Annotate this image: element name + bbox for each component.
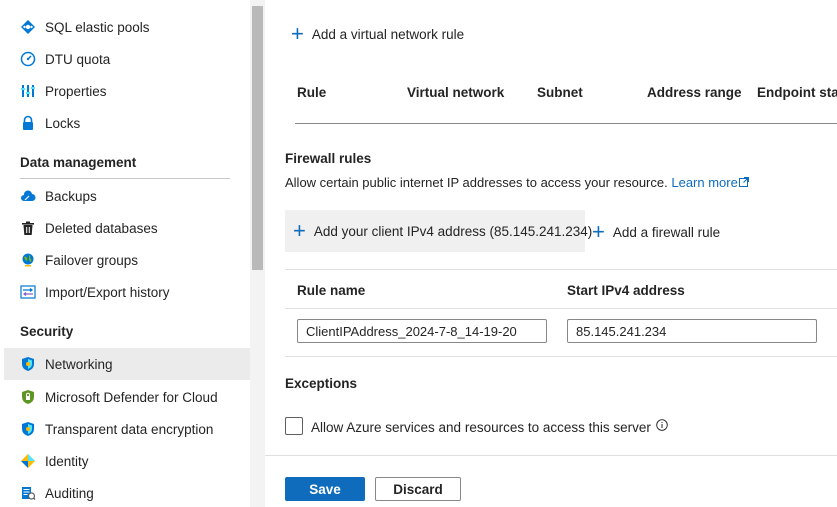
table-divider	[285, 308, 837, 309]
info-icon[interactable]	[655, 419, 668, 431]
allow-azure-services-label: Allow Azure services and resources to ac…	[311, 419, 668, 435]
shield-icon	[19, 355, 37, 373]
column-header-endpoint-status: Endpoint status	[757, 85, 837, 100]
elastic-pool-icon	[19, 18, 37, 36]
firewall-rules-description: Allow certain public internet IP address…	[285, 175, 749, 190]
column-header-rule-name: Rule name	[297, 283, 366, 298]
sidebar-item-label: Deleted databases	[45, 220, 158, 236]
sidebar-item-label: Microsoft Defender for Cloud	[45, 389, 218, 405]
column-header-start-ipv4: Start IPv4 address	[567, 283, 685, 298]
plus-icon: +	[291, 21, 304, 46]
sidebar-item-sql-elastic-pools[interactable]: SQL elastic pools	[4, 11, 250, 43]
table-divider	[285, 356, 837, 357]
sidebar-item-label: Networking	[45, 356, 113, 372]
gauge-icon	[19, 50, 37, 68]
sidebar-scrollbar-thumb[interactable]	[252, 6, 263, 270]
sidebar-item-microsoft-defender[interactable]: Microsoft Defender for Cloud	[4, 381, 250, 413]
main-content: + Add a virtual network rule Rule Virtua…	[265, 0, 837, 507]
sidebar-item-label: Auditing	[45, 485, 94, 501]
exceptions-title: Exceptions	[285, 376, 358, 391]
identity-icon	[19, 452, 37, 470]
shield-icon	[19, 420, 37, 438]
firewall-rules-title: Firewall rules	[285, 151, 372, 166]
section-divider	[20, 178, 230, 179]
properties-icon	[19, 82, 37, 100]
start-ipv4-input[interactable]	[567, 319, 817, 343]
sidebar: SQL elastic pools DTU quota Properties L…	[0, 0, 250, 507]
sidebar-item-label: DTU quota	[45, 51, 111, 67]
import-export-icon	[19, 283, 37, 301]
footer-divider	[265, 455, 837, 456]
sidebar-item-label: SQL elastic pools	[45, 19, 150, 35]
learn-more-link[interactable]: Learn more	[671, 175, 749, 190]
lock-icon	[19, 114, 37, 132]
add-virtual-network-rule-button[interactable]: + Add a virtual network rule	[291, 23, 464, 45]
column-header-subnet: Subnet	[537, 85, 583, 100]
discard-button[interactable]: Discard	[375, 477, 461, 501]
sidebar-item-failover-groups[interactable]: Failover groups	[4, 244, 250, 276]
sidebar-item-import-export-history[interactable]: Import/Export history	[4, 276, 250, 308]
column-header-address-range: Address range	[647, 85, 742, 100]
sidebar-item-label: Backups	[45, 188, 97, 204]
sidebar-item-label: Import/Export history	[45, 284, 170, 300]
section-header-data-management: Data management	[20, 155, 137, 170]
column-header-virtual-network: Virtual network	[407, 85, 505, 100]
sidebar-item-auditing[interactable]: Auditing	[4, 477, 250, 507]
table-divider	[285, 269, 837, 270]
cloud-backup-icon	[19, 187, 37, 205]
external-link-icon	[738, 177, 749, 187]
sidebar-item-transparent-data-encryption[interactable]: Transparent data encryption	[4, 413, 250, 445]
sidebar-item-properties[interactable]: Properties	[4, 75, 250, 107]
table-divider	[295, 123, 837, 124]
save-button[interactable]: Save	[285, 477, 365, 501]
sidebar-item-deleted-databases[interactable]: Deleted databases	[4, 212, 250, 244]
globe-icon	[19, 251, 37, 269]
add-client-ipv4-button[interactable]: + Add your client IPv4 address (85.145.2…	[285, 210, 592, 252]
defender-shield-icon	[19, 388, 37, 406]
sidebar-item-networking[interactable]: Networking	[4, 348, 250, 380]
column-header-rule: Rule	[297, 85, 327, 100]
rule-name-input[interactable]	[297, 319, 547, 343]
trash-icon	[19, 219, 37, 237]
plus-icon: +	[293, 218, 306, 243]
sidebar-item-label: Properties	[45, 83, 107, 99]
sidebar-item-label: Identity	[45, 453, 89, 469]
sidebar-item-locks[interactable]: Locks	[4, 107, 250, 139]
sidebar-item-backups[interactable]: Backups	[4, 180, 250, 212]
plus-icon: +	[592, 219, 605, 244]
sidebar-item-label: Failover groups	[45, 252, 139, 268]
section-header-security: Security	[20, 324, 74, 339]
allow-azure-services-checkbox[interactable]	[285, 417, 303, 435]
sidebar-item-label: Locks	[45, 115, 81, 131]
sidebar-item-dtu-quota[interactable]: DTU quota	[4, 43, 250, 75]
sidebar-item-identity[interactable]: Identity	[4, 445, 250, 477]
add-firewall-rule-button[interactable]: + Add a firewall rule	[592, 221, 720, 243]
auditing-icon	[19, 484, 37, 502]
sidebar-item-label: Transparent data encryption	[45, 421, 214, 437]
